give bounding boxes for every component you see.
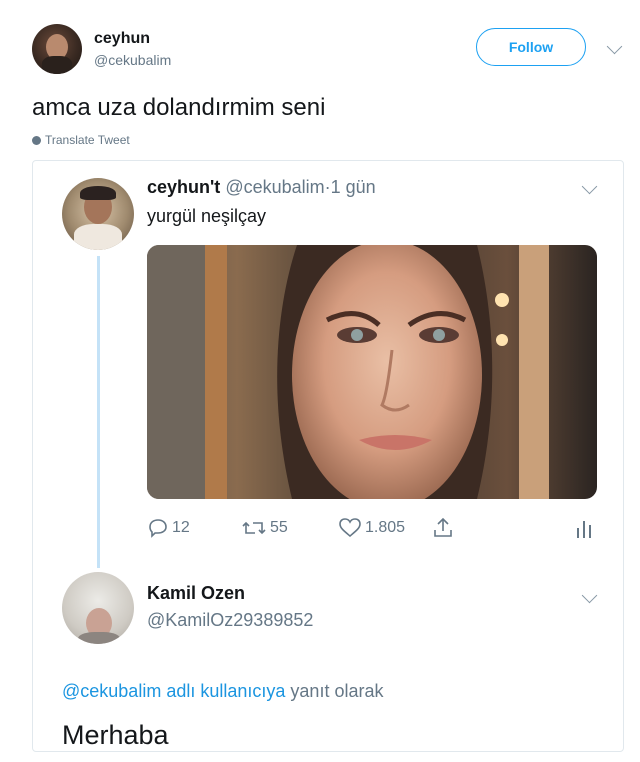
like-action[interactable]: 1.805 — [338, 517, 405, 539]
translate-tweet[interactable]: Translate Tweet — [32, 133, 130, 147]
reply-action[interactable]: 12 — [147, 517, 190, 539]
analytics-icon — [577, 521, 591, 538]
like-count: 1.805 — [365, 519, 406, 536]
reply-author-name[interactable]: Kamil Ozen — [147, 583, 245, 604]
quoted-timestamp[interactable]: 1 gün — [331, 177, 376, 197]
photo-image — [147, 245, 597, 499]
analytics-action[interactable] — [575, 518, 593, 545]
retweet-count: 55 — [270, 519, 288, 536]
reply-context: @cekubalim adlı kullanıcıya yanıt olarak — [62, 681, 383, 702]
quoted-author-handle[interactable]: @cekubalim — [225, 177, 324, 197]
reply-context-suffix: yanıt olarak — [290, 681, 384, 701]
translate-label: Translate Tweet — [45, 133, 130, 147]
share-icon — [434, 517, 452, 537]
globe-icon — [32, 135, 41, 145]
reply-author-avatar[interactable] — [62, 572, 134, 644]
follow-button[interactable]: Follow — [476, 28, 586, 66]
reply-icon — [149, 519, 167, 538]
retweet-icon — [242, 521, 266, 535]
quoted-tweet-header: ceyhun't @cekubalim·1 gün — [147, 177, 376, 198]
share-action[interactable] — [431, 516, 455, 545]
chevron-down-icon[interactable] — [606, 38, 623, 55]
reply-mention-link[interactable]: @cekubalim — [62, 681, 161, 701]
quoted-author-name[interactable]: ceyhun't — [147, 177, 220, 197]
quoted-author-avatar[interactable] — [62, 178, 134, 250]
quoted-tweet-text: yurgül neşilçay — [147, 206, 267, 226]
author-handle[interactable]: @cekubalim — [94, 52, 171, 68]
heart-icon — [339, 518, 361, 538]
reply-author-handle[interactable]: @KamilOz29389852 — [147, 610, 313, 631]
tweet-text: amca uza dolandırmim seni — [32, 94, 326, 121]
retweet-action[interactable]: 55 — [241, 517, 288, 539]
reply-count: 12 — [172, 519, 190, 536]
author-name[interactable]: ceyhun — [94, 30, 150, 48]
tweet-photo[interactable] — [147, 245, 597, 499]
reply-text: Merhaba — [62, 720, 169, 750]
author-avatar[interactable] — [32, 24, 82, 74]
thread-connector-line — [97, 256, 100, 568]
reply-user-link[interactable]: adlı kullanıcıya — [166, 681, 285, 701]
